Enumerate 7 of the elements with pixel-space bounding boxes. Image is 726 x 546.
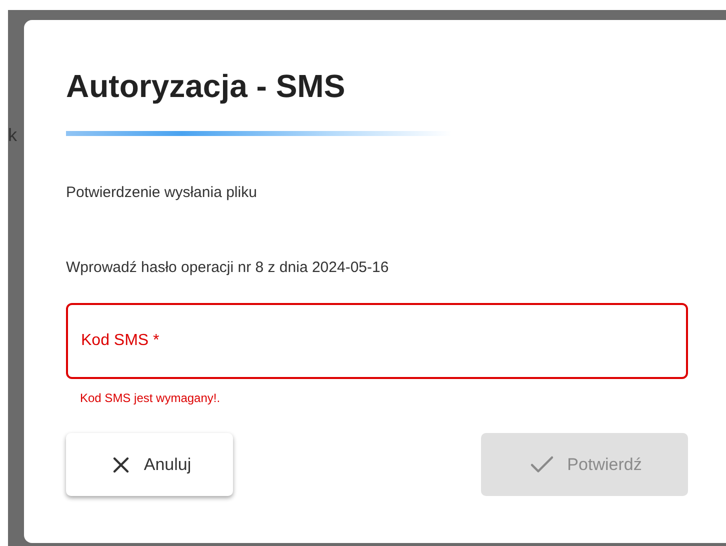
cancel-button[interactable]: Anuluj [66, 433, 233, 496]
subtitle: Potwierdzenie wysłania pliku [66, 183, 258, 203]
background-text: k [8, 124, 17, 147]
dialog-title: Autoryzacja - SMS [66, 67, 346, 106]
error-message: Kod SMS jest wymagany!. [80, 390, 220, 407]
sms-code-field[interactable]: Kod SMS * [66, 303, 688, 379]
instruction: Wprowadź hasło operacji nr 8 z dnia 2024-05-16 [66, 258, 390, 278]
